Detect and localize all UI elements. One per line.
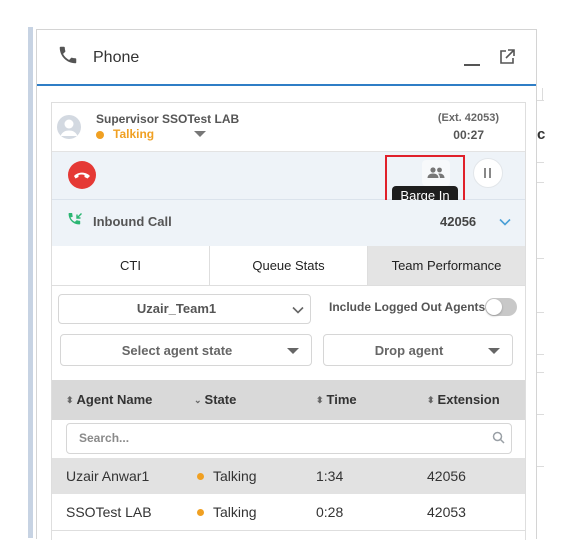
- caller-row: Supervisor SSOTest LAB Talking (Ext. 420…: [52, 103, 525, 152]
- sort-icon: ⬍: [66, 395, 74, 405]
- call-timer: 00:27: [453, 128, 484, 142]
- agent-extension-cell: 42056: [427, 468, 466, 484]
- minimize-icon[interactable]: [464, 64, 480, 66]
- agent-state-select[interactable]: Select agent state: [60, 334, 312, 366]
- sort-icon: ⬍: [427, 395, 435, 405]
- inbound-call-extension: 42056: [440, 214, 477, 229]
- team-select[interactable]: Uzair_Team1: [58, 294, 311, 324]
- drop-agent-label: Drop agent: [374, 343, 444, 358]
- background-text-fragment: c: [537, 126, 546, 143]
- hold-icon: [484, 168, 486, 178]
- agent-time-cell: 1:34: [316, 468, 344, 484]
- toggle-knob: [486, 299, 502, 315]
- tab-bar: CTI Queue Stats Team Performance: [52, 246, 525, 286]
- agent-state-cell: Talking: [213, 468, 257, 484]
- column-extension[interactable]: ⬍ Extension: [427, 392, 500, 407]
- left-accent-bar: [28, 27, 33, 538]
- panel-header: Phone: [37, 30, 536, 86]
- search-box: [66, 423, 512, 454]
- background-page-fragments: c: [536, 0, 571, 538]
- call-controls-row: Barge In: [52, 152, 525, 210]
- caller-status[interactable]: Talking: [113, 127, 154, 141]
- agent-state-placeholder: Select agent state: [121, 343, 233, 358]
- team-select-value: Uzair_Team1: [136, 301, 217, 316]
- column-time[interactable]: ⬍ Time: [316, 392, 357, 407]
- caret-down-icon: [287, 348, 299, 354]
- tab-queue-stats[interactable]: Queue Stats: [210, 246, 368, 285]
- hold-button[interactable]: [473, 158, 503, 188]
- phone-panel: Phone Supervisor SSOTest LAB Talking (Ex…: [36, 29, 537, 540]
- search-input[interactable]: [77, 430, 481, 446]
- table-search-row: [52, 420, 525, 460]
- team-filters: Uzair_Team1 Include Logged Out Agents Se…: [52, 286, 525, 379]
- hangup-icon: [74, 172, 90, 179]
- inbound-call-row: Inbound Call 42056: [52, 200, 525, 247]
- column-state[interactable]: ⌄ State: [194, 392, 236, 407]
- drop-agent-select[interactable]: Drop agent: [323, 334, 513, 366]
- inbound-call-icon: [68, 213, 82, 225]
- phone-icon: [59, 46, 77, 64]
- caret-down-icon: [488, 348, 500, 354]
- caller-name: Supervisor SSOTest LAB: [96, 112, 240, 126]
- table-row[interactable]: Uzair Anwar1 Talking 1:34 42056: [52, 458, 525, 494]
- avatar-icon: [57, 115, 81, 139]
- tab-cti[interactable]: CTI: [52, 246, 210, 285]
- chevron-down-icon[interactable]: [499, 218, 511, 226]
- search-icon: [492, 431, 505, 444]
- caller-extension: (Ext. 42053): [437, 112, 499, 124]
- sort-icon: ⬍: [316, 395, 324, 405]
- include-logged-out-label: Include Logged Out Agents: [329, 300, 486, 314]
- talking-status-dot: [197, 509, 204, 516]
- agent-state-cell: Talking: [213, 504, 257, 520]
- column-agent-name[interactable]: ⬍ Agent Name: [66, 392, 152, 407]
- talking-status-dot: [197, 473, 204, 480]
- sort-icon: ⌄: [194, 395, 202, 405]
- active-call-card: Supervisor SSOTest LAB Talking (Ext. 420…: [51, 102, 526, 540]
- include-logged-out-toggle[interactable]: [485, 298, 517, 316]
- talking-status-dot: [96, 131, 104, 139]
- table-header: ⬍ Agent Name ⌄ State ⬍ Time ⬍ Extension: [52, 380, 525, 420]
- panel-title: Phone: [93, 49, 140, 66]
- agent-extension-cell: 42053: [427, 504, 466, 520]
- agent-name-cell: Uzair Anwar1: [66, 468, 150, 484]
- hangup-button[interactable]: [68, 161, 96, 189]
- inbound-call-label: Inbound Call: [93, 214, 172, 229]
- agent-time-cell: 0:28: [316, 504, 344, 520]
- popout-icon[interactable]: [498, 48, 516, 66]
- tab-team-performance[interactable]: Team Performance: [368, 246, 525, 285]
- table-row[interactable]: SSOTest LAB Talking 0:28 42053: [52, 494, 525, 531]
- status-dropdown-caret-icon[interactable]: [194, 131, 206, 137]
- agent-name-cell: SSOTest LAB: [66, 504, 152, 520]
- chevron-down-icon: [292, 306, 304, 314]
